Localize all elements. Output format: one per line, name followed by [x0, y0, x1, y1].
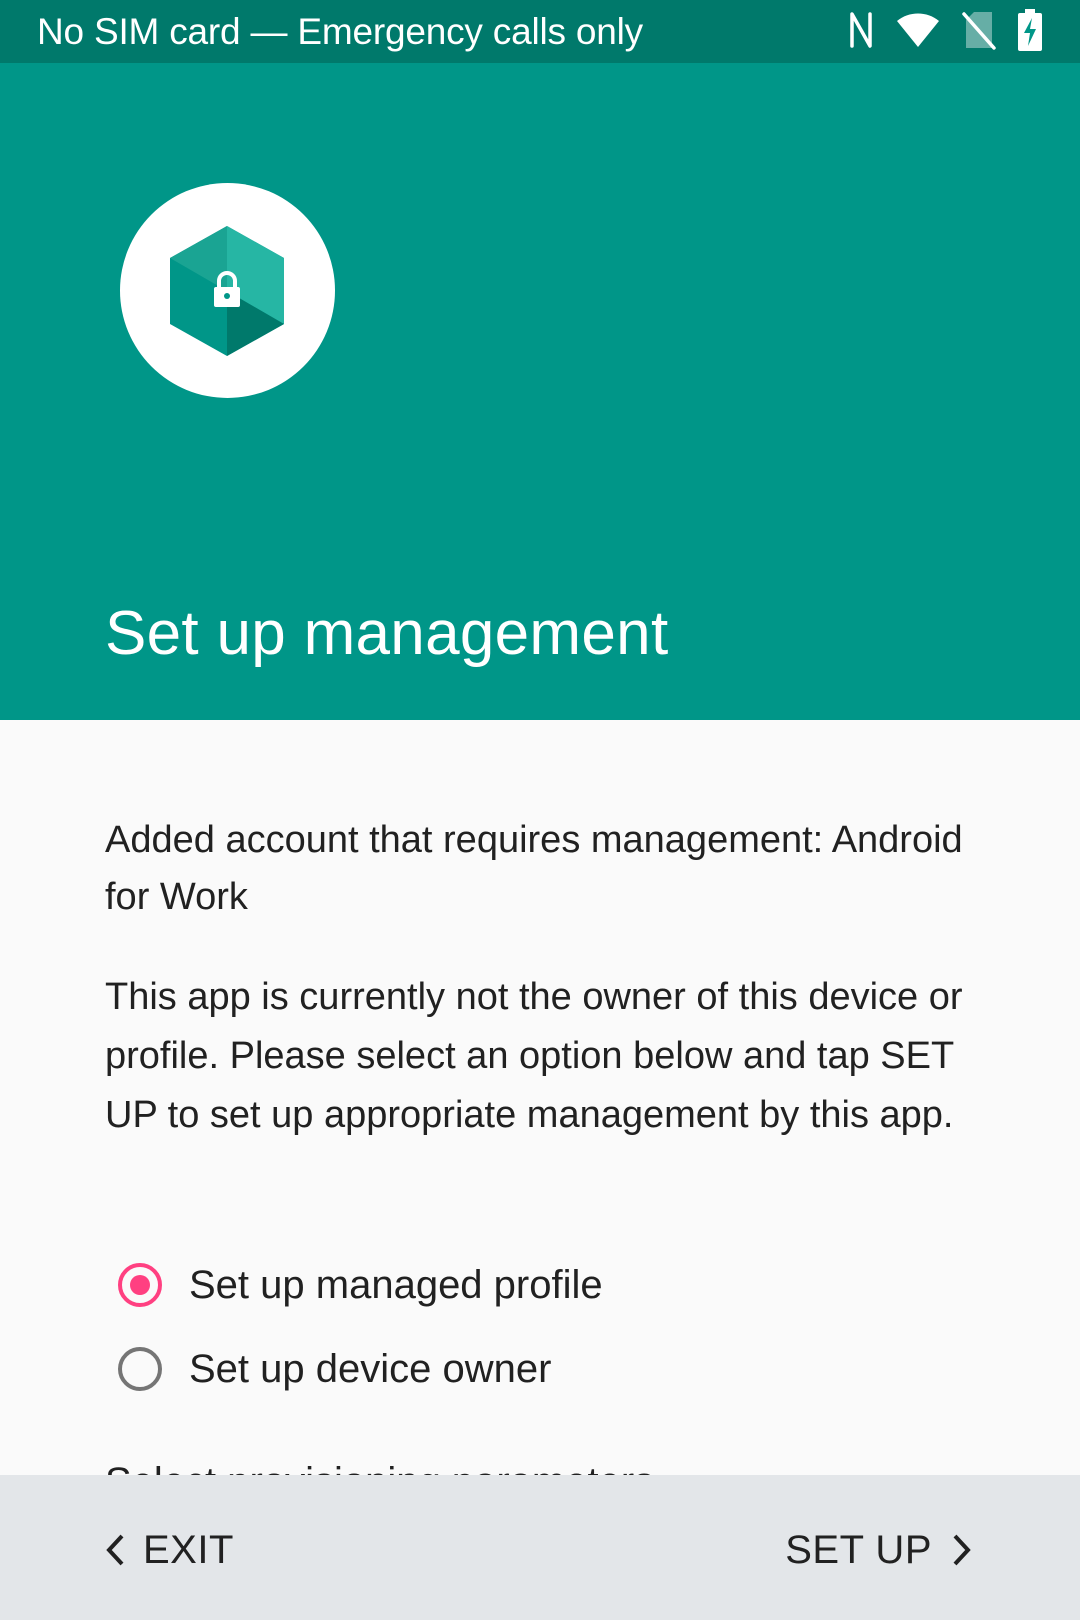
description-text: This app is currently not the owner of t… [105, 976, 963, 1136]
status-bar-text: No SIM card — Emergency calls only [37, 11, 643, 52]
content-area[interactable]: Added account that requires management: … [0, 720, 1080, 1475]
setup-label: SET UP [785, 1527, 932, 1572]
account-message: Added account that requires management: … [105, 819, 963, 918]
lock-hexagon-icon [170, 226, 284, 356]
exit-button[interactable]: EXIT [105, 1515, 234, 1585]
chevron-left-icon [105, 1533, 125, 1567]
no-sim-icon [962, 10, 996, 55]
page-title: Set up management [105, 599, 669, 668]
navigation-footer: EXIT SET UP [0, 1475, 1080, 1620]
option-label: Set up managed profile [189, 1262, 603, 1307]
radio-button-selected[interactable] [118, 1263, 162, 1307]
wifi-icon [896, 12, 940, 53]
header: Set up management [0, 63, 1080, 720]
radio-button-unselected[interactable] [118, 1347, 162, 1391]
status-bar-icons [826, 8, 1042, 56]
nfc-icon [848, 10, 874, 55]
option-managed-profile[interactable]: Set up managed profile [118, 1255, 603, 1315]
app-logo [120, 183, 335, 398]
partially-visible-text: Select provisioning parameters [105, 1462, 654, 1475]
setup-button[interactable]: SET UP [785, 1515, 972, 1585]
option-device-owner[interactable]: Set up device owner [118, 1339, 551, 1399]
status-bar: No SIM card — Emergency calls only [0, 0, 1080, 63]
exit-label: EXIT [143, 1527, 234, 1572]
chevron-right-icon [952, 1533, 972, 1567]
option-label: Set up device owner [189, 1346, 552, 1391]
battery-charging-icon [1018, 8, 1042, 56]
